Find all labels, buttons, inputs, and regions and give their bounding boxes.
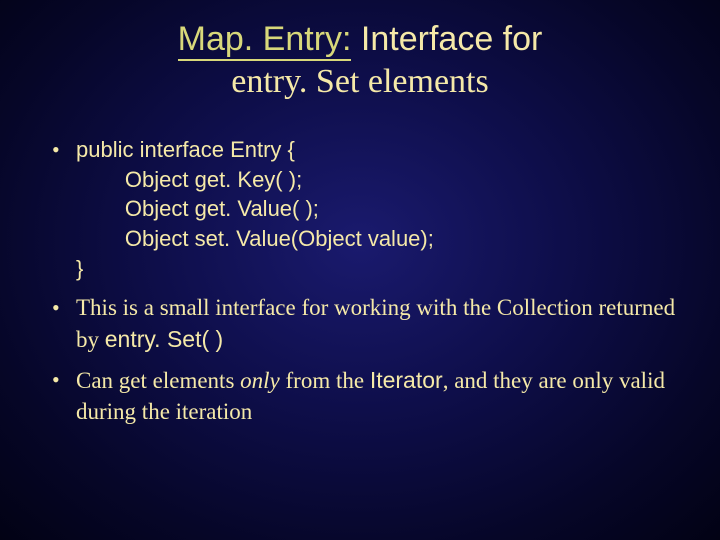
- code-line-2: Object get. Key( );: [76, 167, 302, 192]
- code-line-1: public interface Entry {: [76, 137, 295, 162]
- code-line-3: Object get. Value( );: [76, 196, 319, 221]
- bullet-2-code: entry. Set( ): [105, 326, 223, 352]
- bullet-3-iterator: Iterator: [370, 367, 443, 393]
- bullet-list: public interface Entry { Object get. Key…: [30, 135, 690, 427]
- code-block: public interface Entry { Object get. Key…: [76, 135, 684, 283]
- code-line-4: Object set. Value(Object value);: [76, 226, 434, 251]
- bullet-3-t2: from the: [280, 368, 370, 393]
- bullet-3-t1: Can get elements: [76, 368, 240, 393]
- code-line-5: }: [76, 256, 83, 281]
- bullet-1: public interface Entry { Object get. Key…: [48, 135, 684, 283]
- bullet-3-only: only: [240, 368, 280, 393]
- bullet-2: This is a small interface for working wi…: [48, 293, 684, 355]
- bullet-3: Can get elements only from the Iterator,…: [48, 365, 684, 427]
- title-code: Map. Entry:: [178, 20, 352, 61]
- title-line2: entry. Set elements: [30, 61, 690, 104]
- title-rest: Interface for: [351, 20, 542, 58]
- slide: Map. Entry: Interface for entry. Set ele…: [0, 0, 720, 540]
- slide-title: Map. Entry: Interface for entry. Set ele…: [30, 18, 690, 103]
